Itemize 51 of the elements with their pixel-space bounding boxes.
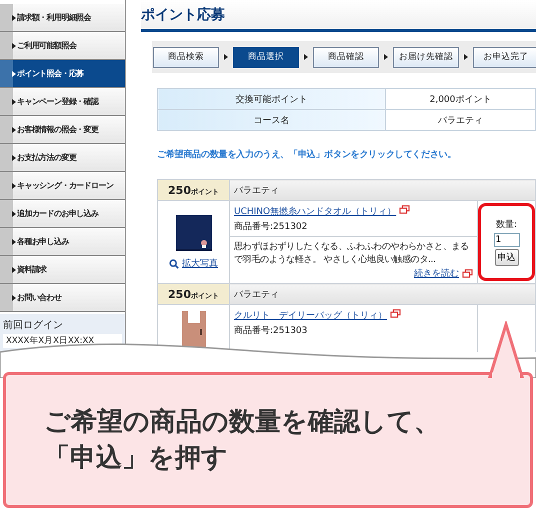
callout-text: 「申込」を押す bbox=[44, 442, 229, 475]
sidebar-item[interactable]: 資料請求 bbox=[0, 256, 125, 284]
caret-icon bbox=[464, 54, 468, 60]
callout-text: ご希望の商品の数量を確認して、 bbox=[44, 406, 440, 439]
sidebar-item[interactable]: お問い合わせ bbox=[0, 284, 125, 312]
sidebar-item[interactable]: キャンペーン登録・確認 bbox=[0, 88, 125, 116]
instruction-text: ご希望商品の数量を入力のうえ、「申込」ボタンをクリックしてください。 bbox=[157, 149, 458, 161]
search-icon bbox=[169, 258, 179, 268]
sidebar-item[interactable]: ポイント照会・応募 bbox=[0, 60, 125, 88]
sidebar-item[interactable]: お支払方法の変更 bbox=[0, 144, 125, 172]
page-title: ポイント応募 bbox=[141, 6, 225, 24]
read-more-link[interactable]: 続きを読む bbox=[414, 267, 459, 280]
product-link[interactable]: UCHINO無撚糸ハンドタオル（トリィ） bbox=[234, 205, 396, 218]
caret-icon bbox=[12, 126, 16, 132]
product-number: 商品番号:251302 bbox=[234, 220, 308, 233]
sidebar-item[interactable]: お客様情報の照会・変更 bbox=[0, 116, 125, 144]
table-cell: バラエティ bbox=[230, 180, 536, 200]
new-window-icon bbox=[462, 269, 473, 278]
caret-icon bbox=[224, 54, 228, 60]
apply-button[interactable]: 申込 bbox=[494, 249, 518, 266]
sidebar-item[interactable]: 請求額・利用明細照会 bbox=[0, 4, 125, 32]
product-number: 商品番号:251303 bbox=[234, 324, 308, 338]
quantity-field[interactable]: 1 bbox=[494, 233, 520, 248]
caret-icon bbox=[384, 54, 388, 60]
sidebar-item[interactable]: ご利用可能額照会 bbox=[0, 32, 125, 60]
caret-icon bbox=[12, 182, 16, 188]
caret-icon bbox=[12, 42, 16, 48]
table-cell: バラエティ bbox=[386, 110, 536, 130]
quantity-label: 数量: bbox=[496, 218, 518, 232]
caret-icon bbox=[12, 98, 16, 104]
caret-icon bbox=[12, 70, 16, 76]
caret-icon bbox=[12, 210, 16, 216]
caret-icon bbox=[12, 14, 16, 20]
product-link[interactable]: クルリト デイリーバッグ（トリィ） bbox=[234, 309, 387, 322]
caret-icon bbox=[12, 238, 16, 244]
caret-icon bbox=[12, 294, 16, 300]
new-window-icon bbox=[399, 205, 410, 214]
sidebar-item[interactable]: キャッシング・カードローン bbox=[0, 172, 125, 200]
sidebar-item[interactable]: 各種お申し込み bbox=[0, 228, 125, 256]
caret-icon bbox=[12, 266, 16, 272]
table-cell: バラエティ bbox=[230, 284, 536, 305]
table-cell: 交換可能ポイント bbox=[158, 88, 386, 110]
login-label: 前回ログイン bbox=[3, 319, 64, 332]
table-cell: 2,000ポイント bbox=[386, 88, 536, 110]
product-description: 思わずほおずりしたくなる、ふわふわのやわらかさと、まるで羽毛のような軽さ。 やさしく心地良い触感のタ... bbox=[234, 241, 470, 268]
new-window-icon bbox=[390, 309, 401, 318]
caret-icon bbox=[304, 54, 308, 60]
zoom-link[interactable]: 拡大写真 bbox=[182, 257, 218, 270]
sidebar-item[interactable]: 追加カードのお申し込み bbox=[0, 200, 125, 228]
caret-icon bbox=[12, 154, 16, 160]
table-cell: コース名 bbox=[158, 110, 386, 130]
